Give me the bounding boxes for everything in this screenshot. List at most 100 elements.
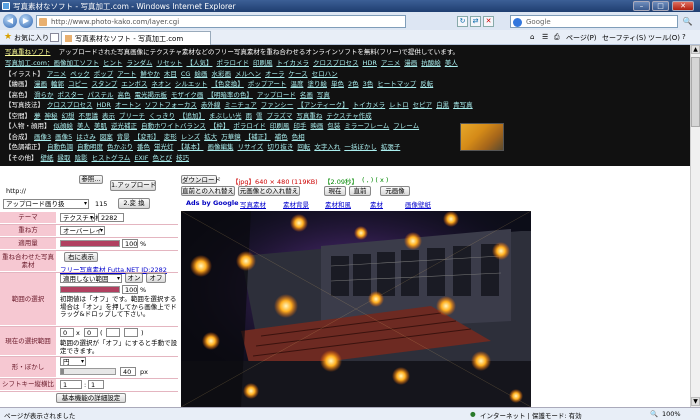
nav-link[interactable]: 高色 xyxy=(118,91,131,99)
nav-link[interactable]: 画像3 xyxy=(34,133,51,141)
nav-link[interactable]: 【色変換】 xyxy=(211,80,244,88)
coord-x1-input[interactable]: 0 xyxy=(60,328,74,337)
nav-link[interactable]: 美人 xyxy=(445,59,458,67)
nav-link[interactable]: 漫画 xyxy=(404,59,417,67)
nav-link[interactable]: ヒストグラム xyxy=(92,154,131,162)
nav-link[interactable]: ぺック xyxy=(70,70,90,78)
range-slider[interactable] xyxy=(60,286,120,293)
scroll-down-icon[interactable]: ▼ xyxy=(691,397,700,406)
blur-slider[interactable] xyxy=(60,368,116,375)
nav-link[interactable]: 技巧 xyxy=(176,154,189,162)
nav-link[interactable]: 美人 xyxy=(77,122,90,130)
nav-link[interactable]: モザイク画 xyxy=(171,91,203,99)
nav-link[interactable]: 背景 xyxy=(117,133,130,141)
nav-link[interactable]: 似顔絵 xyxy=(54,122,74,130)
nav-link[interactable]: ヒートマップ xyxy=(377,80,416,88)
nav-link[interactable]: 自動明度 xyxy=(77,143,103,151)
advanced-settings-button[interactable]: 基本機能の詳細設定 xyxy=(56,393,126,403)
nav-link[interactable]: レトロ xyxy=(389,101,409,109)
nav-link[interactable]: ポップアート xyxy=(248,80,287,88)
nav-link[interactable]: 印刷風 xyxy=(253,59,273,67)
nav-link[interactable]: くっきり xyxy=(149,112,175,120)
file-path[interactable]: http:// xyxy=(6,187,26,195)
swap-previous-button[interactable]: 直前との入れ替え xyxy=(181,186,235,196)
nav-link[interactable]: 自動ホワイトバランス xyxy=(141,122,206,130)
nav-link[interactable]: 鮮やか xyxy=(140,70,160,78)
ad-link-3[interactable]: 素材和風 xyxy=(325,199,351,209)
nav-link[interactable]: 写真加工.com：画像加工ソフト xyxy=(5,59,99,67)
ads-label[interactable]: Ads by Google xyxy=(186,199,239,207)
nav-link[interactable]: 夢 xyxy=(34,112,41,120)
ad-link-1[interactable]: 写真素材 xyxy=(240,199,266,209)
nav-link[interactable]: アニメ xyxy=(47,70,66,78)
close-button[interactable]: ✕ xyxy=(672,1,694,11)
nav-link[interactable]: 抗酸絵 xyxy=(421,59,441,67)
help-menu[interactable]: ? xyxy=(682,33,686,41)
forward-icon[interactable]: ▶ xyxy=(19,14,33,28)
nav-link[interactable]: 2色 xyxy=(348,80,359,88)
nav-link[interactable]: レンズ xyxy=(181,133,200,141)
nav-link[interactable]: オートン xyxy=(115,101,141,109)
page-menu[interactable]: ページ(P) xyxy=(566,33,597,43)
nav-link[interactable]: 【枠】 xyxy=(210,122,230,130)
range-input[interactable]: 100 xyxy=(122,285,138,294)
nav-link[interactable]: はさみ xyxy=(76,133,96,141)
nav-link[interactable]: 赤外線 xyxy=(201,101,221,109)
ad-link-2[interactable]: 素材背景 xyxy=(283,199,309,209)
shift-ratio-b-input[interactable]: 1 xyxy=(88,380,104,389)
nav-link[interactable]: 自動色調 xyxy=(47,143,73,151)
nav-link[interactable]: 雨 xyxy=(246,112,253,120)
site-title-link[interactable]: 写真重ねソフト xyxy=(5,48,51,56)
nav-link[interactable]: アップロード xyxy=(257,91,296,99)
back-icon[interactable]: ◀ xyxy=(3,14,17,28)
nav-link[interactable]: 雪 xyxy=(256,112,263,120)
nav-link[interactable]: ヒント xyxy=(103,59,123,67)
nav-link[interactable]: 反転 xyxy=(420,80,433,88)
nav-link[interactable]: 色相 xyxy=(292,133,305,141)
refresh-icon[interactable]: ↻ xyxy=(457,16,468,27)
texture-select[interactable]: テクスチャ杯 xyxy=(60,213,102,222)
nav-link[interactable]: 【基本】 xyxy=(178,143,204,151)
nav-link[interactable]: 印手 xyxy=(293,122,306,130)
ad-link-5[interactable]: 画像壁紙 xyxy=(405,199,431,209)
nav-link[interactable]: クロスプロセス xyxy=(47,101,93,109)
nav-link[interactable]: エンボス xyxy=(121,80,147,88)
quick-tabs-icon[interactable] xyxy=(50,33,59,42)
search-icon[interactable]: 🔍 xyxy=(681,16,694,27)
search-field[interactable]: Google xyxy=(510,15,678,28)
nav-link[interactable]: 輪郭 xyxy=(51,80,64,88)
nav-link[interactable]: 【補正】 xyxy=(245,133,271,141)
shift-ratio-a-input[interactable]: 1 xyxy=(60,380,82,389)
nav-link[interactable]: 包装 xyxy=(327,122,340,130)
template-select[interactable]: アップロード画り扱 xyxy=(3,199,89,209)
nav-link[interactable]: 陰影 xyxy=(75,154,88,162)
nav-link[interactable]: コピー xyxy=(68,80,88,88)
scroll-up-icon[interactable]: ▲ xyxy=(691,45,700,54)
nav-link[interactable]: オーラ xyxy=(265,70,285,78)
nav-link[interactable]: ポップ xyxy=(94,70,114,78)
nav-link[interactable]: アート xyxy=(117,70,136,78)
current-button[interactable]: 現在 xyxy=(324,186,346,196)
nav-link[interactable]: リサイズ xyxy=(238,143,264,151)
nav-link[interactable]: 青写真 xyxy=(453,101,473,109)
nav-link[interactable]: 【人気】 xyxy=(186,59,212,67)
nav-link[interactable]: 文字入れ xyxy=(314,143,340,151)
nav-link[interactable]: 拡大 xyxy=(204,133,217,141)
nav-link[interactable]: 番色 xyxy=(137,143,150,151)
texture-id-input[interactable]: 2282 xyxy=(98,213,124,222)
nav-link[interactable]: セロハン xyxy=(312,70,338,78)
coord-y1-input[interactable]: 0 xyxy=(84,328,98,337)
nav-link[interactable]: 画像編集 xyxy=(208,143,234,151)
nav-link[interactable]: 壁紙 xyxy=(41,154,54,162)
nav-link[interactable]: トイカメラ xyxy=(353,101,386,109)
opacity-slider[interactable] xyxy=(60,240,120,247)
nav-link[interactable]: まぶしい光 xyxy=(209,112,242,120)
url-field[interactable]: http://www.photo-kako.com/layer.cgi xyxy=(36,15,406,28)
nav-link[interactable]: 電光掲示板 xyxy=(135,91,168,99)
blur-input[interactable]: 40 xyxy=(120,367,136,376)
nav-link[interactable]: 変形 xyxy=(164,133,177,141)
nav-link[interactable]: 滑らか xyxy=(34,91,54,99)
tab-active[interactable]: 写真素材なソフト - 写真加工.com xyxy=(61,31,211,45)
nav-link[interactable]: 色かぶり xyxy=(107,143,133,151)
nav-link[interactable]: アニメ xyxy=(381,59,400,67)
